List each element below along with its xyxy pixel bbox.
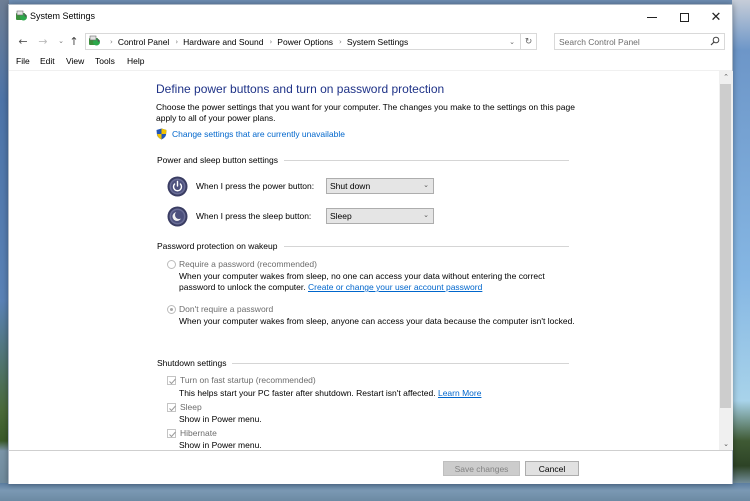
page-intro: Choose the power settings that you want … [156,102,575,123]
breadcrumb-separator-icon[interactable]: › [269,38,272,46]
breadcrumb-separator-icon[interactable]: › [175,38,178,46]
address-history-chevron-icon[interactable]: ⌄ [505,34,519,49]
sleep-button-action-value: Sleep [330,211,352,221]
section-divider [283,159,569,161]
require-password-description: When your computer wakes from sleep, no … [179,271,579,293]
dont-require-password-description: When your computer wakes from sleep, any… [179,316,575,326]
change-settings-unavailable-link[interactable]: Change settings that are currently unava… [172,129,345,139]
fast-startup-label: Turn on fast startup (recommended) [180,375,316,385]
up-arrow-icon[interactable]: ↑ [67,33,81,49]
back-arrow-icon[interactable]: ← [16,33,30,49]
power-button-action-value: Shut down [330,181,371,191]
breadcrumb-power-options[interactable]: Power Options [277,37,333,47]
recent-locations-chevron-icon[interactable]: ⌄ [56,33,66,49]
shutdown-section-header: Shutdown settings [157,357,569,369]
sleep-button-action-select[interactable]: Sleep ⌄ [326,208,434,224]
scroll-up-arrow-icon[interactable]: ⌃ [719,71,733,83]
checkmark-icon [169,378,176,384]
chevron-down-icon: ⌄ [423,211,429,219]
save-changes-button[interactable]: Save changes [443,461,520,476]
change-settings-link-row: Change settings that are currently unava… [156,128,345,140]
power-icon [167,176,188,196]
search-input[interactable] [555,34,705,49]
dont-require-password-label: Don't require a password [179,304,274,314]
chevron-down-icon: ⌄ [423,181,429,189]
hibernate-description: Show in Power menu. [179,440,262,449]
close-icon: ✕ [710,9,722,25]
menu-help[interactable]: Help [127,56,144,66]
sleep-button-label: When I press the sleep button: [196,211,312,221]
require-password-label: Require a password (recommended) [179,259,317,269]
password-section-header: Password protection on wakeup [157,240,569,252]
fast-startup-description: This helps start your PC faster after sh… [179,388,579,399]
uac-shield-icon [156,128,167,140]
create-change-password-link[interactable]: Create or change your user account passw… [308,282,482,292]
forward-arrow-icon[interactable]: → [36,33,50,49]
sleep-description: Show in Power menu. [179,414,262,424]
search-box [554,33,725,50]
breadcrumb-separator-icon[interactable]: › [110,38,113,46]
require-password-radio[interactable] [167,259,176,269]
hibernate-label: Hibernate [180,428,217,438]
menu-tools[interactable]: Tools [95,56,115,66]
close-button[interactable]: ✕ [699,5,733,29]
desktop-background-right [732,0,750,501]
fast-startup-option[interactable]: Turn on fast startup (recommended) [167,375,316,385]
breadcrumb-separator-icon[interactable]: › [339,38,342,46]
section-title: Password protection on wakeup [157,241,278,251]
navigation-bar: ← → ⌄ ↑ › Control Panel › Hardware and S… [9,29,732,53]
desktop-background-bottom [0,483,750,501]
control-panel-icon [89,35,100,46]
sleep-label: Sleep [180,402,202,412]
search-icon[interactable] [710,36,720,46]
sleep-moon-icon [167,206,188,226]
control-panel-app-icon [16,10,27,21]
minimize-button[interactable] [635,5,669,29]
learn-more-link[interactable]: Learn More [438,388,481,398]
checkmark-icon [169,405,176,411]
address-bar[interactable]: › Control Panel › Hardware and Sound › P… [85,33,537,50]
menu-file[interactable]: File [16,56,30,66]
title-bar[interactable]: System Settings ✕ [9,5,732,29]
sleep-checkbox[interactable] [167,402,176,412]
breadcrumb-system-settings[interactable]: System Settings [347,37,408,47]
hibernate-checkbox[interactable] [167,428,176,438]
menu-edit[interactable]: Edit [40,56,55,66]
dont-require-password-radio[interactable] [167,304,176,314]
section-divider [283,245,569,247]
section-title: Shutdown settings [157,358,227,368]
section-divider [232,362,569,364]
breadcrumb-hardware-and-sound[interactable]: Hardware and Sound [183,37,263,47]
require-password-option[interactable]: Require a password (recommended) [167,259,317,269]
description-text: This helps start your PC faster after sh… [179,388,436,398]
scroll-down-arrow-icon[interactable]: ⌄ [719,438,733,450]
checkmark-icon [169,431,176,437]
scrollbar-thumb[interactable] [720,84,731,408]
refresh-icon[interactable]: ↻ [520,34,536,49]
hibernate-option[interactable]: Hibernate [167,428,217,438]
power-button-label: When I press the power button: [196,181,315,191]
power-button-action-select[interactable]: Shut down ⌄ [326,178,434,194]
maximize-icon [679,12,689,22]
breadcrumb-control-panel[interactable]: Control Panel [118,37,170,47]
content-pane: Define power buttons and turn on passwor… [9,71,719,449]
window-title: System Settings [30,11,96,21]
minimize-icon [647,16,657,18]
sleep-button-row: When I press the sleep button: Sleep ⌄ [167,205,434,227]
fast-startup-checkbox[interactable] [167,375,176,385]
dont-require-password-option[interactable]: Don't require a password [167,304,273,314]
section-title: Power and sleep button settings [157,155,278,165]
breadcrumb: › Control Panel › Hardware and Sound › P… [104,37,408,47]
footer-bar: Save changes Cancel [9,450,732,484]
vertical-scrollbar[interactable]: ⌃ ⌄ [719,71,733,450]
menu-bar: File Edit View Tools Help [9,53,732,71]
maximize-button[interactable] [667,5,701,29]
cancel-button[interactable]: Cancel [525,461,579,476]
page-title: Define power buttons and turn on passwor… [156,82,445,96]
power-button-row: When I press the power button: Shut down… [167,175,434,197]
menu-view[interactable]: View [66,56,84,66]
sleep-option[interactable]: Sleep [167,402,202,412]
system-settings-window: System Settings ✕ ← → ⌄ ↑ › Control Pane… [8,4,733,484]
power-sleep-section-header: Power and sleep button settings [157,154,569,166]
